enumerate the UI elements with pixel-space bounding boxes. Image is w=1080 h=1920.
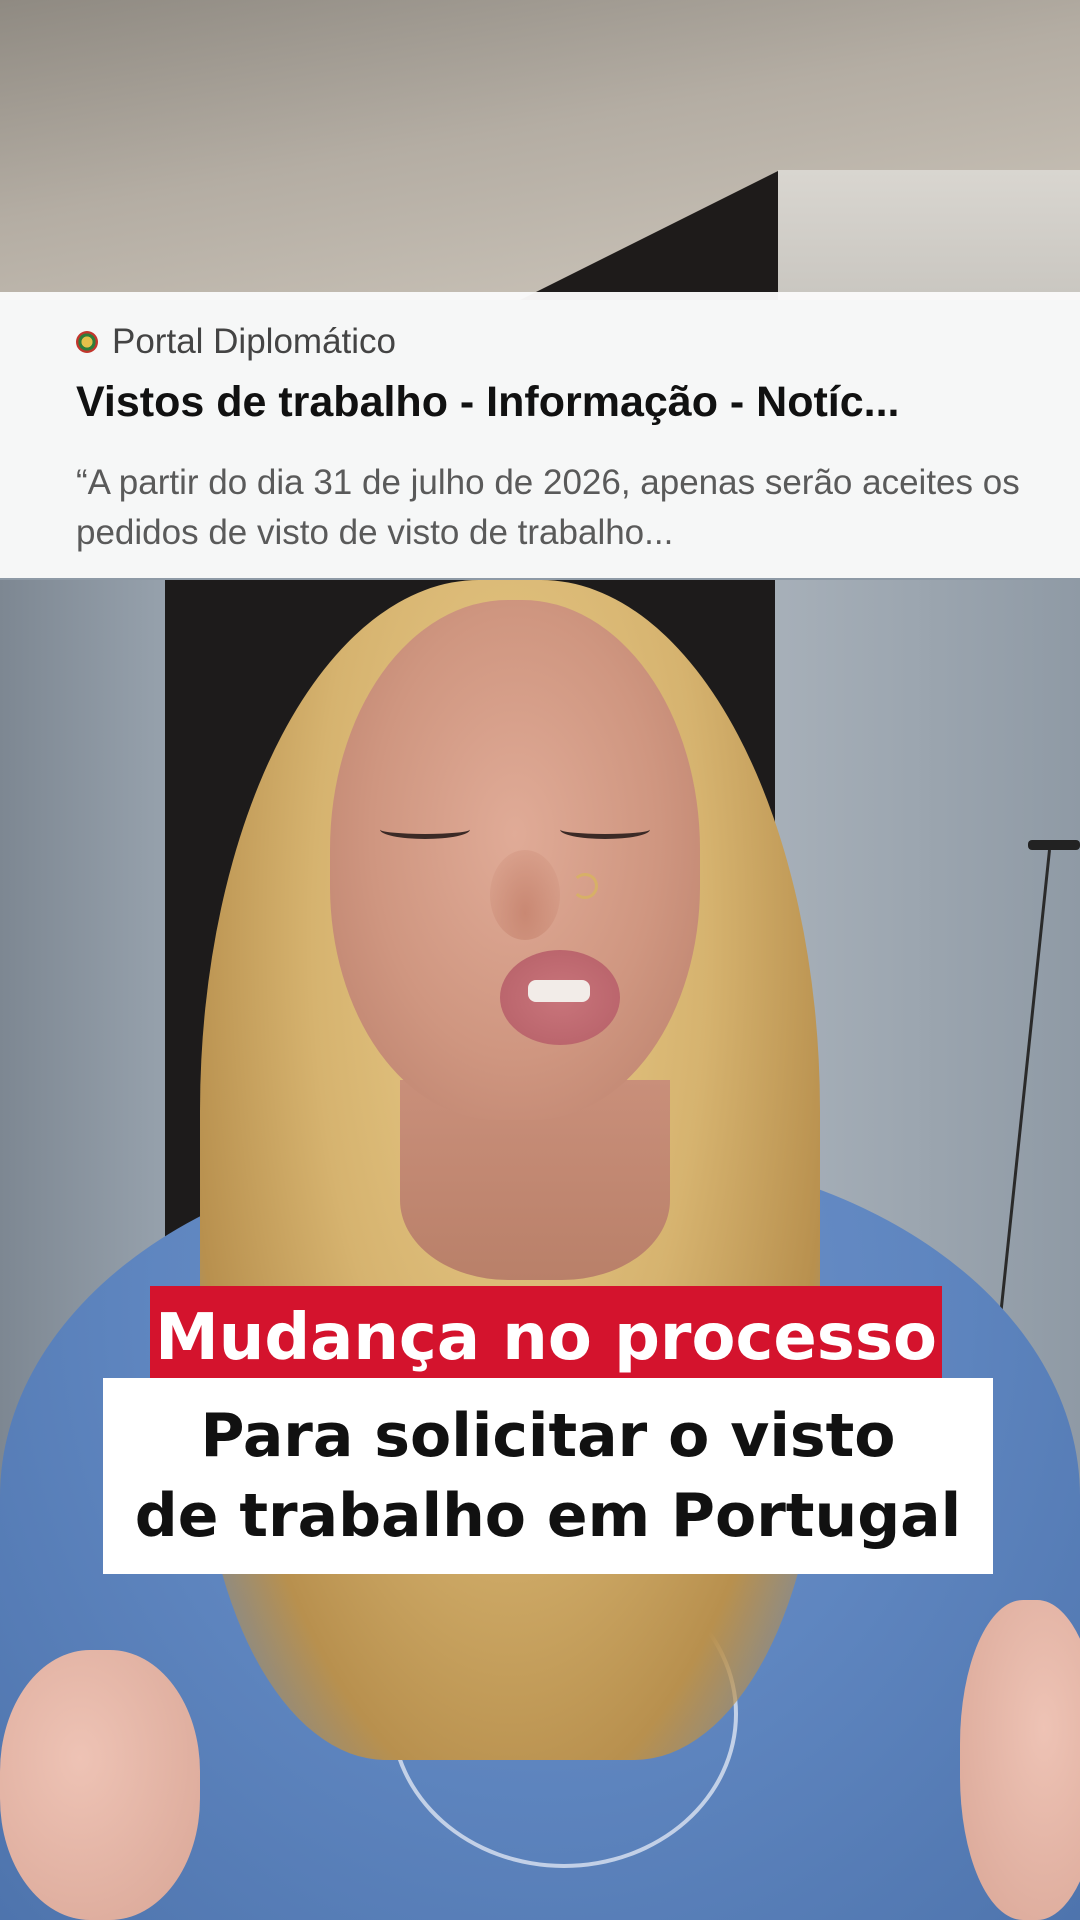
wall-corner (778, 170, 1080, 300)
teeth (528, 980, 590, 1002)
news-source-row: Portal Diplomático (76, 322, 396, 362)
subtitle-line-2: de trabalho em Portugal (134, 1481, 962, 1551)
headline-caption: Mudança no processo (155, 1301, 937, 1375)
news-snippet: “A partir do dia 31 de julho de 2026, ap… (76, 463, 1020, 552)
nose-ring (572, 873, 598, 899)
subtitle-caption-box: Para solicitar o visto de trabalho em Po… (103, 1378, 993, 1574)
news-title[interactable]: Vistos de trabalho - Informação - Notíc.… (76, 378, 1036, 427)
hand-left (0, 1650, 200, 1920)
lamp (1028, 840, 1080, 850)
news-source-name: Portal Diplomático (112, 322, 396, 361)
subtitle-line-1: Para solicitar o visto (200, 1401, 896, 1471)
video-background: V (0, 0, 1080, 1920)
portugal-coat-of-arms-icon (76, 331, 98, 353)
closed-eye-right (560, 820, 650, 839)
headline-caption-bar: Mudança no processo (150, 1286, 942, 1390)
hand-right (960, 1600, 1080, 1920)
nose (490, 850, 560, 940)
closed-eye-left (380, 820, 470, 839)
